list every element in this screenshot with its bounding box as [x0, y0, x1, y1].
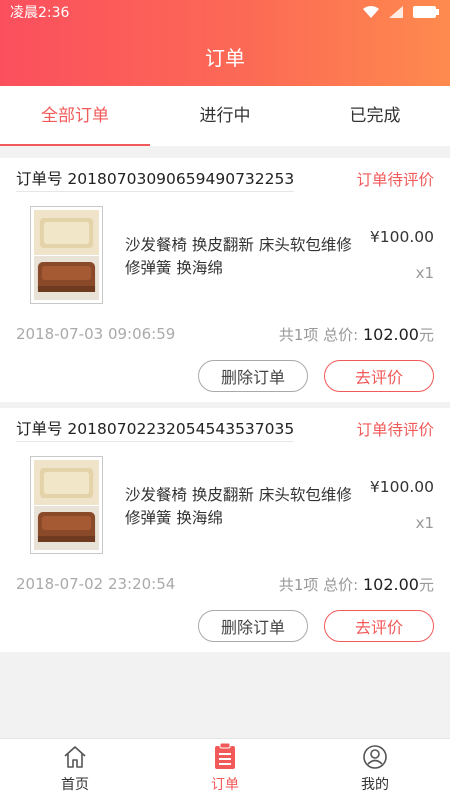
order-status: 订单待评价 — [356, 421, 434, 439]
status-time: 凌晨2:36 — [10, 5, 70, 21]
status-bar: 凌晨2:36 — [0, 0, 450, 24]
delete-order-button[interactable]: 删除订单 — [198, 610, 308, 642]
currency-unit: 元 — [418, 575, 434, 594]
currency-unit: 元 — [418, 325, 434, 344]
wifi-icon — [363, 5, 379, 18]
order-summary: 共1项 总价: 102.00元 — [279, 574, 434, 595]
order-item[interactable]: 沙发餐椅 换皮翻新 床头软包维修 修弹簧 换海绵 ¥100.00 x1 — [0, 450, 450, 568]
order-time: 2018-07-02 23:20:54 — [16, 575, 176, 593]
nav-home[interactable]: 首页 — [0, 739, 150, 800]
order-total: 102.00 — [363, 324, 419, 344]
order-time: 2018-07-03 09:06:59 — [16, 325, 176, 343]
summary-prefix: 共1项 总价: — [278, 575, 359, 594]
order-item[interactable]: 沙发餐椅 换皮翻新 床头软包维修 修弹簧 换海绵 ¥100.00 x1 — [0, 200, 450, 318]
order-total: 102.00 — [363, 574, 419, 594]
order-card[interactable]: 订单号 201807030906594907322​53 订单待评价 沙发餐椅 … — [0, 158, 450, 402]
order-number: 订单号 20180702232054543537035 — [16, 417, 295, 442]
tab-in-progress[interactable]: 进行中 — [150, 86, 300, 146]
page-title: 订单 — [205, 46, 245, 70]
delete-order-button[interactable]: 删除订单 — [198, 360, 308, 392]
product-quantity: x1 — [415, 514, 434, 532]
nav-profile[interactable]: 我的 — [300, 739, 450, 800]
tab-all-orders[interactable]: 全部订单 — [0, 86, 150, 146]
nav-orders-label: 订单 — [211, 777, 239, 793]
top-bar: 凌晨2:36 订单 — [0, 0, 450, 86]
product-name: 沙发餐椅 换皮翻新 床头软包维修 修弹簧 换海绵 — [125, 236, 352, 277]
product-price: ¥100.00 — [369, 228, 434, 246]
user-icon — [363, 745, 387, 769]
order-status: 订单待评价 — [356, 171, 434, 189]
clipboard-icon — [215, 742, 235, 769]
order-number: 订单号 201807030906594907322​53 — [16, 167, 295, 192]
signal-icon — [389, 6, 403, 18]
summary-prefix: 共1项 总价: — [278, 325, 359, 344]
order-summary: 共1项 总价: 102.00元 — [279, 324, 434, 345]
tab-completed[interactable]: 已完成 — [300, 86, 450, 146]
product-image — [30, 456, 103, 554]
order-card[interactable]: 订单号 20180702232054543537035 订单待评价 沙发餐椅 换… — [0, 408, 450, 652]
product-image — [30, 206, 103, 304]
battery-icon — [413, 6, 439, 18]
order-tabs: 全部订单 进行中 已完成 — [0, 86, 450, 146]
nav-profile-label: 我的 — [361, 777, 389, 793]
nav-home-label: 首页 — [61, 777, 89, 793]
review-button[interactable]: 去评价 — [324, 610, 434, 642]
nav-orders[interactable]: 订单 — [150, 739, 300, 800]
product-quantity: x1 — [415, 264, 434, 282]
bottom-nav: 首页 订单 我的 — [0, 738, 450, 800]
product-price: ¥100.00 — [369, 478, 434, 496]
home-icon — [64, 746, 86, 768]
product-name: 沙发餐椅 换皮翻新 床头软包维修 修弹簧 换海绵 — [125, 486, 352, 527]
review-button[interactable]: 去评价 — [324, 360, 434, 392]
